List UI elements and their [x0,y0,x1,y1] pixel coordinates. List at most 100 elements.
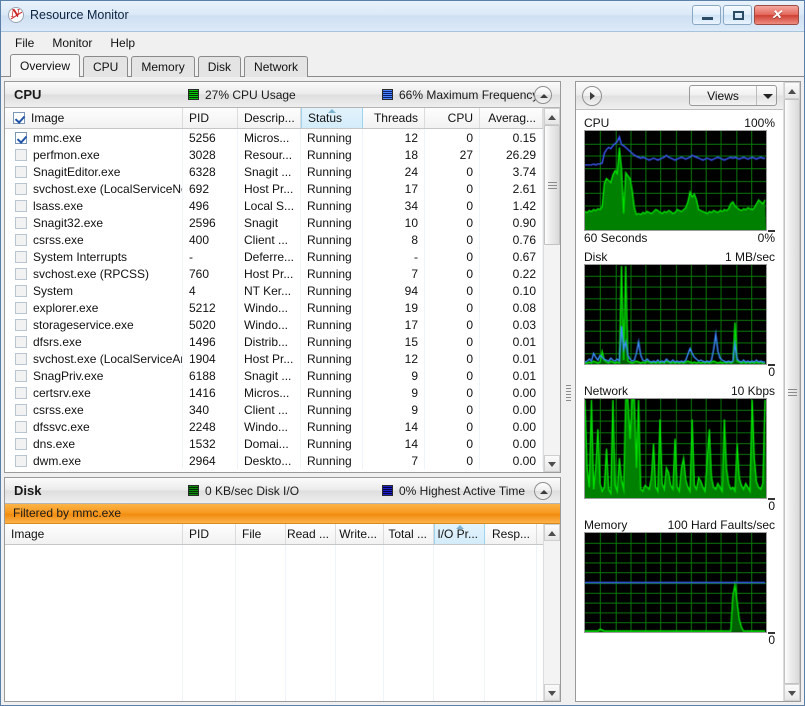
row-checkbox[interactable] [15,318,27,331]
scroll-down-icon[interactable] [784,684,800,701]
row-checkbox[interactable] [15,386,27,399]
cell-text: Running [307,249,352,264]
table-row[interactable]: dfsrs.exe 1496 Distrib... Running 15 0 0.01 [5,333,543,350]
table-row[interactable]: lsass.exe 496 Local S... Running 34 0 1.42 [5,197,543,214]
row-checkbox[interactable] [15,284,27,297]
cpu-column-header-status[interactable]: Status [301,108,363,128]
disk-column-header-resp[interactable]: Resp... [485,524,537,544]
table-row[interactable]: dns.exe 1532 Domai... Running 14 0 0.00 [5,435,543,452]
scroll-up-icon[interactable] [544,108,560,125]
chevron-down-icon[interactable] [756,86,776,105]
table-row[interactable]: csrss.exe 340 Client ... Running 9 0 0.00 [5,401,543,418]
table-row[interactable]: SnagPriv.exe 6188 Snagit ... Running 9 0 0.01 [5,367,543,384]
table-row[interactable]: svchost.exe (LocalServiceNo... 692 Host Pr… [5,180,543,197]
chevron-up-icon[interactable] [534,86,552,104]
minimize-button[interactable] [692,5,721,25]
row-checkbox[interactable] [15,420,27,433]
table-row[interactable]: System Interrupts - Deferre... Running - 0 0.6… [5,248,543,265]
tab-network[interactable]: Network [244,56,309,77]
cpu-scroll-track[interactable] [544,125,560,455]
row-checkbox[interactable] [15,301,27,314]
tab-cpu[interactable]: CPU [83,56,129,77]
table-row[interactable]: certsrv.exe 1416 Micros... Running 9 0 0.00 [5,384,543,401]
chevron-right-icon[interactable] [582,85,602,106]
table-row[interactable]: explorer.exe 5212 Windo... Running 19 0 0.08 [5,299,543,316]
table-row[interactable]: storageservice.exe 5020 Windo... Running 17 0… [5,316,543,333]
row-checkbox[interactable] [15,267,27,280]
disk-section-header[interactable]: Disk 0 KB/sec Disk I/O 0% Highest Active… [5,478,560,504]
table-row[interactable]: svchost.exe (LocalServiceAn... 1904 Host P… [5,350,543,367]
cell-text: 0 [466,351,473,366]
table-row[interactable]: csrss.exe 400 Client ... Running 8 0 0.76 [5,231,543,248]
cell-text: 2.61 [512,181,536,196]
row-checkbox[interactable] [15,437,27,450]
cell-text: Running [307,300,352,315]
table-row[interactable]: dfssvc.exe 2248 Windo... Running 14 0 0.00 [5,418,543,435]
disk-column-header-file[interactable]: File [236,524,286,544]
pane-splitter[interactable] [561,81,575,702]
cpu-scroll-thumb[interactable] [544,125,560,245]
views-button[interactable]: Views [689,85,777,106]
cell-pid: 496 [183,197,238,214]
disk-column-header-iopr[interactable]: I/O Pr... [434,524,485,544]
row-checkbox[interactable] [15,199,27,212]
scroll-up-icon[interactable] [544,524,560,541]
disk-column-header-write[interactable]: Write... [336,524,384,544]
tab-memory[interactable]: Memory [131,56,195,77]
cpu-table-scrollbar[interactable] [543,108,560,472]
cpu-column-header-averag[interactable]: Averag... [480,108,543,128]
table-row[interactable]: svchost.exe (RPCSS) 760 Host Pr... Running 7… [5,265,543,282]
row-checkbox[interactable] [15,352,27,365]
table-row[interactable]: System 4 NT Ker... Running 94 0 0.10 [5,282,543,299]
row-checkbox[interactable] [15,182,27,195]
table-row[interactable]: dwm.exe 2964 Deskto... Running 7 0 0.00 [5,452,543,469]
menu-monitor[interactable]: Monitor [43,34,101,52]
table-row[interactable]: perfmon.exe 3028 Resour... Running 18 27 26.29 [5,146,543,163]
row-checkbox[interactable] [15,216,27,229]
cpu-column-header-pid[interactable]: PID [183,108,238,128]
disk-column-header-total[interactable]: Total ... [384,524,434,544]
cell-average: 0.22 [480,265,543,282]
row-checkbox[interactable] [15,335,27,348]
cell-description: Client ... [238,231,301,248]
cell-text: Windo... [244,317,289,332]
cell-text: 1532 [189,436,216,451]
tab-disk[interactable]: Disk [197,56,242,77]
graph-scroll-thumb[interactable] [784,99,800,684]
graph-scroll-track[interactable] [784,99,800,684]
cell-text: Running [307,334,352,349]
disk-column-header-read[interactable]: Read ... [286,524,336,544]
table-row[interactable]: mmc.exe 5256 Micros... Running 12 0 0.15 [5,129,543,146]
scroll-down-icon[interactable] [544,684,560,701]
maximize-button[interactable] [723,5,752,25]
menu-file[interactable]: File [6,34,43,52]
menu-help[interactable]: Help [101,34,144,52]
disk-column-header-pid[interactable]: PID [183,524,236,544]
table-row[interactable]: SnagitEditor.exe 6328 Snagit ... Running 24 0… [5,163,543,180]
row-checkbox[interactable] [15,233,27,246]
chevron-up-icon[interactable] [534,482,552,500]
disk-scroll-track[interactable] [544,541,560,684]
cell-text: 340 [189,402,210,417]
row-checkbox[interactable] [15,131,27,144]
row-checkbox[interactable] [15,403,27,416]
row-checkbox[interactable] [15,369,27,382]
graph-panel-scrollbar[interactable] [783,82,800,701]
close-button[interactable]: ✕ [754,5,799,25]
scroll-down-icon[interactable] [544,455,560,472]
disk-table-scrollbar[interactable] [543,524,560,701]
cpu-column-header-descrip[interactable]: Descrip... [238,108,301,128]
row-checkbox[interactable] [15,454,27,467]
cpu-column-header-threads[interactable]: Threads [363,108,425,128]
scroll-up-icon[interactable] [784,82,800,99]
row-checkbox[interactable] [15,250,27,263]
row-checkbox[interactable] [15,165,27,178]
row-checkbox[interactable] [15,148,27,161]
cpu-section-header[interactable]: CPU 27% CPU Usage 66% Maximum Frequency [5,82,560,108]
cpu-column-header-image[interactable]: Image [5,108,183,128]
disk-column-header-image[interactable]: Image [5,524,183,544]
select-all-checkbox[interactable] [13,112,25,124]
table-row[interactable]: Snagit32.exe 2596 Snagit Running 10 0 0.90 [5,214,543,231]
cpu-column-header-cpu[interactable]: CPU [425,108,480,128]
tab-overview[interactable]: Overview [10,54,81,78]
